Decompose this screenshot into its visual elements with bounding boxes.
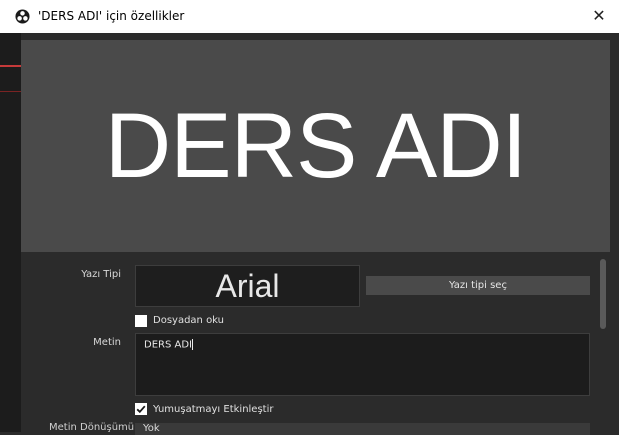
text-transform-value: Yok [143, 423, 160, 434]
text-caret [191, 339, 193, 350]
edge-accent-line [0, 65, 21, 67]
source-preview: DERS ADI [21, 40, 610, 252]
text-input[interactable]: DERS ADI [135, 333, 590, 396]
antialias-checkbox[interactable] [135, 403, 147, 415]
background-window-edge [0, 33, 21, 432]
properties-panel: Yazı Tipi Arial Yazı tipi seç Dosyadan o… [21, 252, 619, 435]
text-transform-select[interactable]: Yok [135, 423, 590, 435]
font-label: Yazı Tipi [81, 269, 121, 280]
text-transform-label: Metin Dönüşümü [49, 422, 135, 433]
edge-accent-line-2 [0, 91, 21, 92]
title-bar: 'DERS ADI' için özellikler ✕ [0, 0, 619, 33]
antialias-label: Yumuşatmayı Etkinleştir [153, 404, 274, 415]
font-preview-box: Arial [135, 265, 360, 307]
checkmark-icon [136, 405, 146, 414]
text-label: Metin [93, 337, 121, 348]
read-from-file-checkbox[interactable] [135, 315, 147, 327]
obs-logo-icon [15, 9, 30, 24]
text-input-value: DERS ADI [144, 339, 192, 351]
select-font-button[interactable]: Yazı tipi seç [366, 276, 590, 295]
read-from-file-label: Dosyadan oku [153, 315, 225, 326]
close-icon[interactable]: ✕ [587, 4, 611, 28]
preview-text: DERS ADI [104, 95, 527, 197]
properties-scrollbar[interactable] [600, 259, 606, 329]
window-title: 'DERS ADI' için özellikler [38, 9, 185, 23]
